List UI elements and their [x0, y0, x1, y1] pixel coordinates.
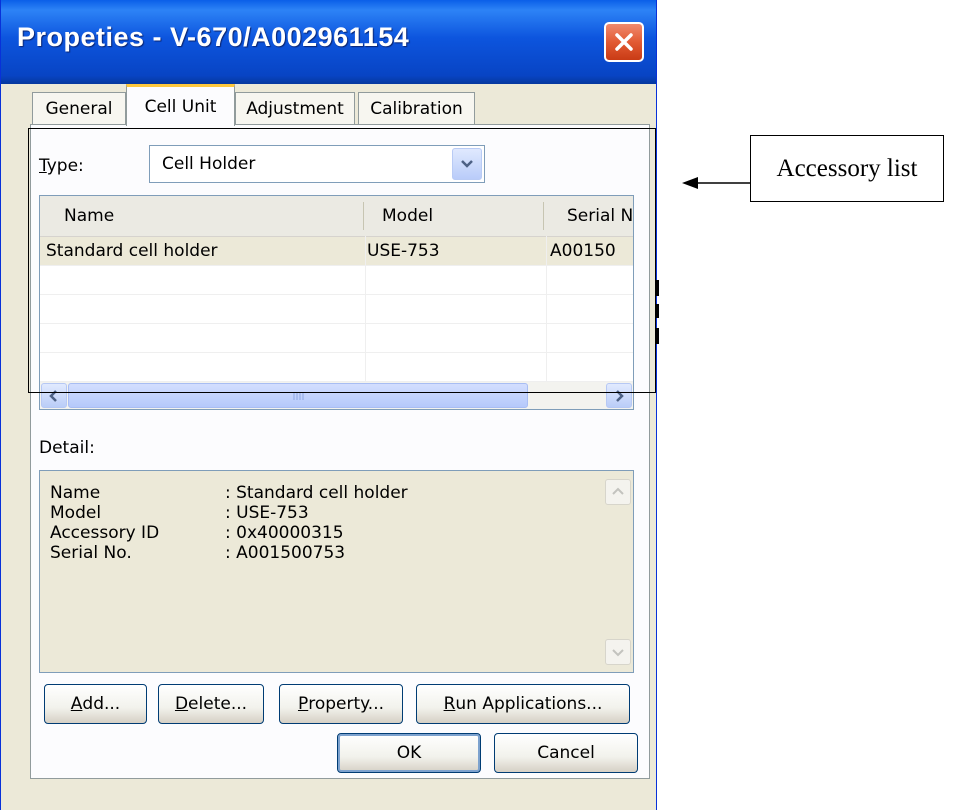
tab-cell-unit-label: Cell Unit [144, 96, 217, 117]
cell-name: Standard cell holder [46, 241, 218, 261]
grip-icon [293, 392, 304, 400]
tab-calibration-label: Calibration [370, 98, 463, 119]
edge-mark [656, 280, 659, 296]
column-header-name[interactable]: Name [64, 196, 354, 236]
column-divider[interactable] [543, 202, 544, 230]
run-applications-button-label: un Applications... [455, 694, 603, 714]
title-bar[interactable]: Propeties - V-670/A002961154 [1, 0, 656, 84]
detail-key-serial: Serial No. [50, 543, 132, 563]
tab-general[interactable]: General [32, 92, 126, 124]
cancel-button-label: Cancel [537, 743, 595, 763]
detail-box[interactable]: Name : Standard cell holder Model : USE-… [39, 470, 634, 673]
column-header-serial[interactable]: Serial N [567, 196, 633, 236]
table-row-empty [40, 324, 633, 353]
delete-button[interactable]: Delete... [158, 684, 264, 724]
grid-line [546, 236, 547, 381]
chevron-right-icon [616, 389, 624, 402]
arrow-left-icon [682, 177, 754, 189]
detail-value-name: : Standard cell holder [225, 483, 408, 503]
ok-button-label: OK [396, 743, 422, 763]
tab-cell-unit[interactable]: Cell Unit [126, 84, 235, 126]
table-row-empty [40, 266, 633, 295]
window-title: Propeties - V-670/A002961154 [17, 22, 410, 52]
chevron-left-icon [49, 389, 57, 402]
scroll-left-button[interactable] [41, 383, 67, 408]
detail-key-accessory-id: Accessory ID [50, 523, 160, 543]
table-row-empty [40, 353, 633, 382]
tab-adjustment-label: Adjustment [246, 98, 344, 119]
add-button-label: dd... [82, 694, 121, 714]
chevron-down-icon [612, 649, 624, 657]
property-button-label: roperty... [308, 694, 385, 714]
tab-general-label: General [45, 98, 113, 119]
table-row-empty [40, 295, 633, 324]
ok-button[interactable]: OK [337, 733, 481, 773]
run-applications-button-hotkey: R [443, 694, 456, 714]
scroll-up-button[interactable] [605, 479, 631, 505]
annotation-label: Accessory list [750, 135, 944, 202]
type-label-rest: ype: [46, 156, 84, 176]
tab-calibration[interactable]: Calibration [358, 92, 475, 124]
properties-dialog: Propeties - V-670/A002961154 General Cel… [0, 0, 657, 810]
close-icon [615, 33, 633, 51]
detail-key-model: Model [50, 503, 102, 523]
type-dropdown-value: Cell Holder [162, 154, 256, 174]
cell-serial: A00150 [550, 241, 616, 261]
type-dropdown[interactable]: Cell Holder [149, 145, 485, 183]
column-divider[interactable] [363, 202, 364, 230]
annotation-text: Accessory list [776, 154, 918, 182]
type-label-hotkey: T [39, 156, 47, 176]
property-button[interactable]: Property... [279, 684, 403, 724]
table-row[interactable]: Standard cell holder USE-753 A00150 [40, 237, 633, 266]
chevron-up-icon [612, 487, 624, 495]
horizontal-scrollbar[interactable] [40, 382, 633, 409]
cancel-button[interactable]: Cancel [494, 733, 638, 773]
type-label: Type: [39, 156, 84, 176]
edge-mark [656, 304, 659, 318]
delete-button-label: elete... [188, 694, 248, 714]
dropdown-button[interactable] [452, 148, 482, 180]
add-button[interactable]: Add... [44, 684, 147, 724]
delete-button-hotkey: D [174, 694, 189, 714]
accessory-list[interactable]: Name Model Serial N Standard cell holder… [39, 195, 634, 410]
scroll-right-button[interactable] [606, 383, 632, 408]
column-header-model[interactable]: Model [382, 196, 532, 236]
grid-line [365, 236, 366, 381]
detail-key-name: Name [50, 483, 101, 503]
scroll-down-button[interactable] [605, 639, 631, 665]
close-button[interactable] [604, 22, 644, 62]
tab-adjustment[interactable]: Adjustment [235, 92, 355, 124]
detail-value-serial: : A001500753 [225, 543, 346, 563]
list-header: Name Model Serial N [40, 196, 633, 237]
cell-model: USE-753 [367, 241, 440, 261]
scroll-thumb[interactable] [68, 383, 528, 408]
detail-value-accessory-id: : 0x40000315 [225, 523, 344, 543]
add-button-hotkey: A [70, 694, 83, 714]
chevron-down-icon [461, 160, 473, 168]
vertical-scrollbar[interactable] [605, 473, 631, 670]
edge-mark [656, 328, 659, 344]
detail-value-model: : USE-753 [225, 503, 309, 523]
detail-label: Detail: [39, 438, 95, 458]
property-button-hotkey: P [297, 694, 309, 714]
run-applications-button[interactable]: Run Applications... [416, 684, 630, 724]
